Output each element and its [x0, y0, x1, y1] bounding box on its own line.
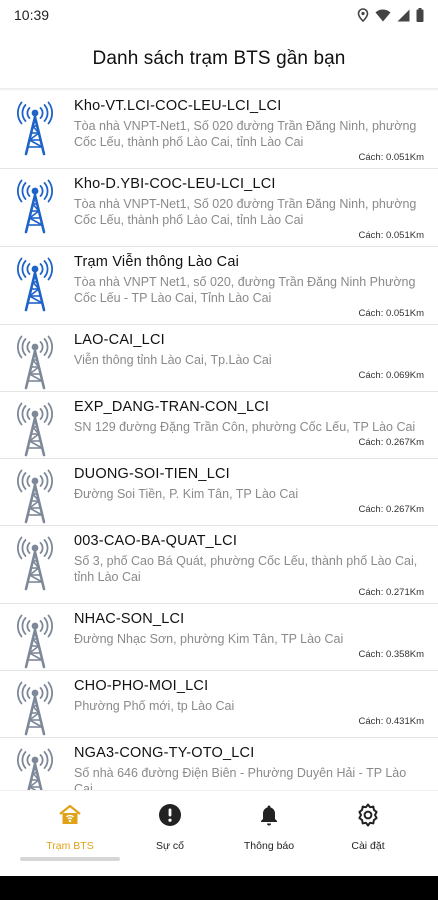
status-bar: 10:39 — [0, 0, 438, 30]
station-name: NGA3-CONG-TY-OTO_LCI — [74, 745, 255, 761]
station-info: DUONG-SOI-TIEN_LCI Đường Soi Tiền, P. Kim… — [70, 459, 438, 525]
wifi-icon — [375, 9, 391, 22]
station-name: 003-CAO-BA-QUAT_LCI — [74, 533, 238, 549]
station-address: Phường Phố mới, tp Lào Cai — [74, 699, 235, 713]
nav-home-indicator — [20, 857, 120, 861]
nav-tab-incident[interactable]: Sự cố — [120, 803, 220, 852]
bts-tower-icon — [0, 738, 70, 790]
bts-tower-icon — [0, 392, 70, 458]
station-address: Số nhà 646 đường Điện Biên - Phường Duyê… — [74, 766, 407, 790]
station-address: Đường Nhạc Sơn, phường Kim Tân, TP Lào C… — [74, 632, 344, 646]
station-distance: Cách: 0.051Km — [358, 230, 424, 241]
station-list-item[interactable]: Kho-VT.LCI-COC-LEU-LCI_LCI Tòa nhà VNPT-N… — [0, 91, 438, 169]
bell-icon — [257, 803, 281, 832]
station-list-item[interactable]: 003-CAO-BA-QUAT_LCI Số 3, phố Cao Bá Quát… — [0, 526, 438, 604]
signal-icon — [397, 9, 410, 22]
battery-icon — [416, 8, 424, 22]
location-icon — [357, 8, 369, 22]
station-distance: Cách: 0.431Km — [358, 716, 424, 727]
station-name: NHAC-SON_LCI — [74, 611, 185, 627]
station-name: EXP_DANG-TRAN-CON_LCI — [74, 399, 270, 415]
bts-tower-icon — [0, 526, 70, 603]
station-info: EXP_DANG-TRAN-CON_LCI SN 129 đường Đặng T… — [70, 392, 438, 458]
bts-tower-icon — [0, 604, 70, 670]
nav-tab-bts[interactable]: Trạm BTS — [20, 803, 120, 852]
bts-tower-icon — [0, 247, 70, 324]
station-name: DUONG-SOI-TIEN_LCI — [74, 466, 230, 482]
gear-icon — [356, 803, 380, 832]
system-navigation-bar — [0, 876, 438, 900]
station-info: Kho-D.YBI-COC-LEU-LCI_LCI Tòa nhà VNPT-Ne… — [70, 169, 438, 246]
station-list-item[interactable]: NHAC-SON_LCI Đường Nhạc Sơn, phường Kim T… — [0, 604, 438, 671]
bts-tower-icon — [0, 169, 70, 246]
station-address: Tòa nhà VNPT-Net1, Số 020 đường Trần Đăn… — [74, 119, 417, 149]
app-header: Danh sách trạm BTS gần bạn — [0, 30, 438, 88]
station-distance: Cách: 0.358Km — [358, 649, 424, 660]
station-name: LAO-CAI_LCI — [74, 332, 165, 348]
station-info: Kho-VT.LCI-COC-LEU-LCI_LCI Tòa nhà VNPT-N… — [70, 91, 438, 168]
nav-tab-settings[interactable]: Cài đặt — [318, 803, 418, 852]
station-distance: Cách: 0.267Km — [358, 504, 424, 515]
station-info: LAO-CAI_LCI Viễn thông tỉnh Lào Cai, Tp.L… — [70, 325, 438, 391]
station-list-item[interactable]: NGA3-CONG-TY-OTO_LCI Số nhà 646 đường Điệ… — [0, 738, 438, 790]
station-name: CHO-PHO-MOI_LCI — [74, 678, 209, 694]
status-time: 10:39 — [14, 7, 50, 23]
alert-icon — [158, 803, 182, 832]
nav-label-settings: Cài đặt — [351, 840, 385, 852]
bottom-nav: Trạm BTS Sự cố Thông báo Cài đặt — [0, 790, 438, 876]
station-list-item[interactable]: Kho-D.YBI-COC-LEU-LCI_LCI Tòa nhà VNPT-Ne… — [0, 169, 438, 247]
nav-label-incident: Sự cố — [155, 840, 185, 852]
station-distance: Cách: 0.051Km — [358, 308, 424, 319]
bts-tower-icon — [0, 325, 70, 391]
station-distance: Cách: 0.267Km — [358, 437, 424, 448]
station-distance: Cách: 0.051Km — [358, 152, 424, 163]
station-info: CHO-PHO-MOI_LCI Phường Phố mới, tp Lào Ca… — [70, 671, 438, 737]
home-tower-icon — [58, 803, 82, 832]
station-list-item[interactable]: CHO-PHO-MOI_LCI Phường Phố mới, tp Lào Ca… — [0, 671, 438, 738]
station-name: Kho-D.YBI-COC-LEU-LCI_LCI — [74, 176, 276, 192]
nav-label-bts: Trạm BTS — [46, 840, 94, 852]
nav-tab-notifications[interactable]: Thông báo — [219, 803, 319, 852]
station-list-item[interactable]: Trạm Viễn thông Lào Cai Tòa nhà VNPT Net1… — [0, 247, 438, 325]
page-title: Danh sách trạm BTS gần bạn — [92, 48, 346, 69]
station-list-item[interactable]: LAO-CAI_LCI Viễn thông tỉnh Lào Cai, Tp.L… — [0, 325, 438, 392]
bts-tower-icon — [0, 91, 70, 168]
station-address: Tòa nhà VNPT-Net1, Số 020 đường Trần Đăn… — [74, 197, 417, 227]
station-distance: Cách: 0.271Km — [358, 587, 424, 598]
station-address: Đường Soi Tiền, P. Kim Tân, TP Lào Cai — [74, 487, 299, 501]
station-info: NGA3-CONG-TY-OTO_LCI Số nhà 646 đường Điệ… — [70, 738, 438, 790]
status-icons — [357, 8, 424, 22]
station-info: Trạm Viễn thông Lào Cai Tòa nhà VNPT Net1… — [70, 247, 438, 324]
bts-tower-icon — [0, 671, 70, 737]
nav-label-notifications: Thông báo — [243, 840, 295, 852]
station-info: 003-CAO-BA-QUAT_LCI Số 3, phố Cao Bá Quát… — [70, 526, 438, 603]
station-address: Số 3, phố Cao Bá Quát, phường Cốc Lếu, t… — [74, 554, 418, 584]
station-name: Trạm Viễn thông Lào Cai — [74, 254, 239, 270]
station-distance: Cách: 0.069Km — [358, 370, 424, 381]
station-name: Kho-VT.LCI-COC-LEU-LCI_LCI — [74, 98, 282, 114]
station-info: NHAC-SON_LCI Đường Nhạc Sơn, phường Kim T… — [70, 604, 438, 670]
station-address: Viễn thông tỉnh Lào Cai, Tp.Lào Cai — [74, 353, 272, 367]
station-list-item[interactable]: EXP_DANG-TRAN-CON_LCI SN 129 đường Đặng T… — [0, 392, 438, 459]
station-list-item[interactable]: DUONG-SOI-TIEN_LCI Đường Soi Tiền, P. Kim… — [0, 459, 438, 526]
station-address: SN 129 đường Đặng Trần Côn, phường Cốc L… — [74, 420, 416, 434]
station-address: Tòa nhà VNPT Net1, số 020, đường Trần Đă… — [74, 275, 416, 305]
bts-tower-icon — [0, 459, 70, 525]
station-list[interactable]: Kho-VT.LCI-COC-LEU-LCI_LCI Tòa nhà VNPT-N… — [0, 91, 438, 790]
